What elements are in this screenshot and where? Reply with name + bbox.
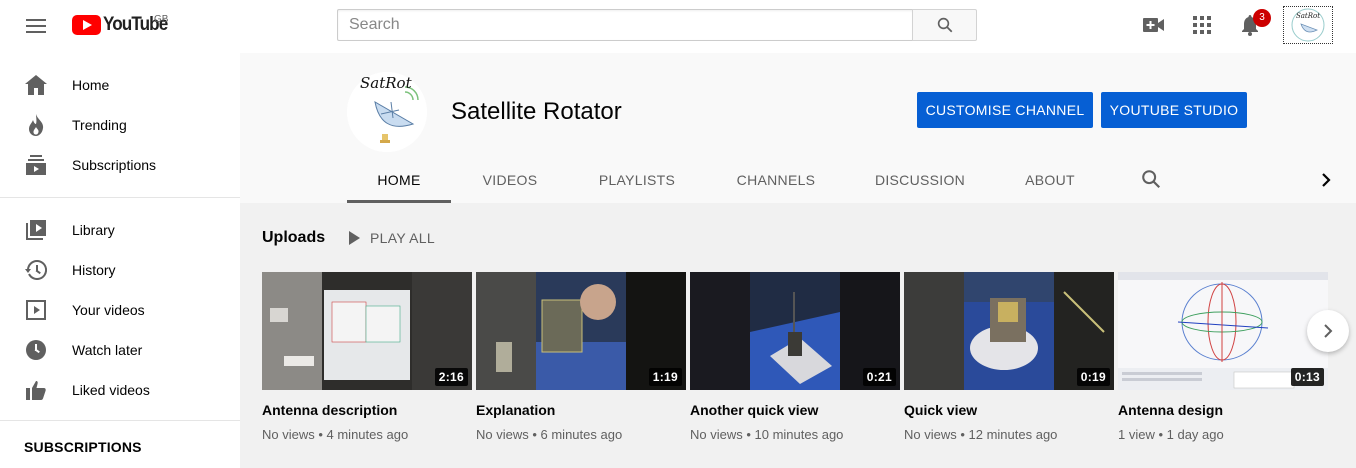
sidebar-item-liked-videos[interactable]: Liked videos xyxy=(0,370,240,410)
sidebar-item-label: Watch later xyxy=(72,342,143,358)
video-title[interactable]: Antenna design xyxy=(1118,402,1328,418)
search-box xyxy=(337,9,913,41)
region-code: GB xyxy=(154,14,169,25)
chevron-right-icon xyxy=(1322,173,1331,187)
channel-search-button[interactable] xyxy=(1140,168,1164,192)
tab-channels[interactable]: CHANNELS xyxy=(728,156,824,203)
sidebar-item-label: Liked videos xyxy=(72,382,150,398)
video-thumbnail[interactable]: 0:13 xyxy=(1118,272,1328,390)
video-card: 0:21 Another quick view No views • 10 mi… xyxy=(690,272,900,442)
tabs-scroll-right-button[interactable] xyxy=(1314,168,1338,192)
video-card: 1:19 Explanation No views • 6 minutes ag… xyxy=(476,272,686,442)
sidebar-item-label: History xyxy=(72,262,116,278)
video-duration: 2:16 xyxy=(434,368,468,386)
video-metadata: No views • 4 minutes ago xyxy=(262,427,409,442)
video-title[interactable]: Another quick view xyxy=(690,402,900,418)
video-card: 0:13 Antenna design 1 view • 1 day ago xyxy=(1118,272,1328,442)
sidebar-item-your-videos[interactable]: Your videos xyxy=(0,290,240,330)
sidebar-item-label: Your videos xyxy=(72,302,145,318)
sidebar-divider xyxy=(0,420,240,421)
video-thumbnail[interactable]: 0:19 xyxy=(904,272,1114,390)
play-all-button[interactable]: PLAY ALL xyxy=(348,226,435,250)
search-icon xyxy=(937,17,952,33)
sidebar-item-library[interactable]: Library xyxy=(0,210,240,250)
subscriptions-heading: SUBSCRIPTIONS xyxy=(24,439,142,455)
search-button[interactable] xyxy=(912,9,977,41)
hamburger-menu-icon xyxy=(26,19,46,33)
video-thumbnail[interactable]: 2:16 xyxy=(262,272,472,390)
chevron-right-icon xyxy=(1324,324,1333,338)
youtube-studio-button[interactable]: YOUTUBE STUDIO xyxy=(1101,92,1247,128)
uploads-shelf-title[interactable]: Uploads xyxy=(262,229,325,247)
create-video-button[interactable] xyxy=(1142,13,1166,37)
search-input[interactable] xyxy=(338,10,913,40)
video-title[interactable]: Antenna description xyxy=(262,402,472,418)
sidebar-item-subscriptions[interactable]: Subscriptions xyxy=(0,145,240,185)
video-duration: 0:19 xyxy=(1076,368,1110,386)
video-camera-plus-icon xyxy=(1143,18,1164,32)
video-metadata: No views • 6 minutes ago xyxy=(476,427,623,442)
apps-button[interactable] xyxy=(1190,13,1214,37)
video-title[interactable]: Explanation xyxy=(476,402,686,418)
youtube-play-icon xyxy=(72,15,101,35)
sidebar-item-label: Trending xyxy=(72,117,127,133)
sidebar-divider xyxy=(0,197,240,198)
video-metadata: No views • 10 minutes ago xyxy=(690,427,844,442)
tab-videos[interactable]: VIDEOS xyxy=(466,156,554,203)
sidebar-item-label: Library xyxy=(72,222,115,238)
guide-menu-button[interactable] xyxy=(16,11,56,41)
sidebar-item-watch-later[interactable]: Watch later xyxy=(0,330,240,370)
your-videos-icon xyxy=(24,298,48,322)
sidebar-item-trending[interactable]: Trending xyxy=(0,105,240,145)
search-icon xyxy=(1142,170,1161,189)
clock-icon xyxy=(24,338,48,362)
home-icon xyxy=(24,73,48,97)
tab-playlists[interactable]: PLAYLISTS xyxy=(590,156,684,203)
sidebar-item-label: Home xyxy=(72,77,110,93)
sidebar-item-label: Subscriptions xyxy=(72,157,157,173)
shelf-scroll-right-button[interactable] xyxy=(1307,310,1349,352)
sidebar-item-home[interactable]: Home xyxy=(0,65,240,105)
video-thumbnail[interactable]: 0:21 xyxy=(690,272,900,390)
avatar-text: SatRot xyxy=(1296,12,1320,20)
library-icon xyxy=(24,218,48,242)
video-metadata: No views • 12 minutes ago xyxy=(904,427,1058,442)
video-card: 0:19 Quick view No views • 12 minutes ag… xyxy=(904,272,1114,442)
video-card: 2:16 Antenna description No views • 4 mi… xyxy=(262,272,472,442)
video-duration: 0:21 xyxy=(862,368,896,386)
video-title[interactable]: Quick view xyxy=(904,402,1114,418)
sidebar: Home Trending Subscriptions Library Hist… xyxy=(0,53,240,468)
account-avatar: SatRot xyxy=(1291,8,1325,42)
play-all-label: PLAY ALL xyxy=(370,230,435,246)
tab-discussion[interactable]: DISCUSSION xyxy=(866,156,974,203)
trending-flame-icon xyxy=(24,113,48,137)
subscriptions-icon xyxy=(24,153,48,177)
video-metadata: 1 view • 1 day ago xyxy=(1118,427,1224,442)
apps-grid-icon xyxy=(1193,16,1211,34)
masthead: YouTube GB 3 SatRot xyxy=(0,0,1356,53)
customise-channel-button[interactable]: CUSTOMISE CHANNEL xyxy=(917,92,1093,128)
tab-home[interactable]: HOME xyxy=(347,156,451,203)
tab-about[interactable]: ABOUT xyxy=(1016,156,1084,203)
video-duration: 0:13 xyxy=(1290,368,1324,386)
sidebar-item-history[interactable]: History xyxy=(0,250,240,290)
video-duration: 1:19 xyxy=(648,368,682,386)
notification-count-badge: 3 xyxy=(1253,9,1271,27)
channel-name: Satellite Rotator xyxy=(451,98,622,125)
channel-avatar-text: SatRot xyxy=(360,74,412,92)
thumbs-up-icon xyxy=(24,378,48,402)
history-icon xyxy=(24,258,48,282)
video-thumbnail[interactable]: 1:19 xyxy=(476,272,686,390)
account-avatar-button[interactable]: SatRot xyxy=(1283,6,1333,44)
play-icon xyxy=(349,231,360,245)
